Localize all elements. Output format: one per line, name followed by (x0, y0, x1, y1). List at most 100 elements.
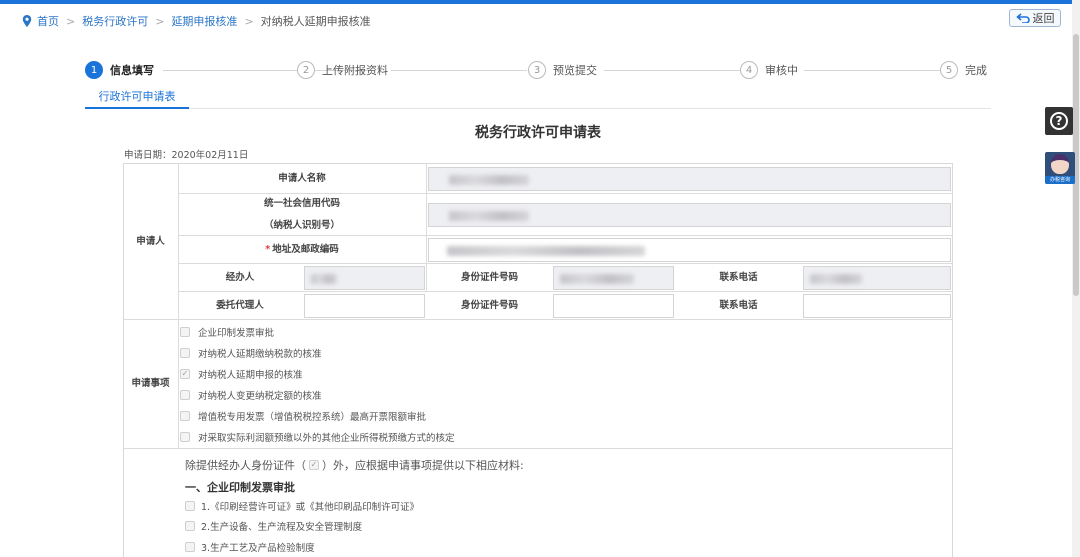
matter-item[interactable]: 增值税专用发票（增值税税控系统）最高开票限额审批 (180, 409, 426, 423)
matter-item[interactable]: 对纳税人延期缴纳税款的核准 (180, 346, 322, 360)
redacted-value (449, 211, 529, 221)
matter-label: 对纳税人延期申报的核准 (198, 370, 303, 381)
table-divider (123, 319, 953, 320)
help-button[interactable]: ? (1045, 107, 1073, 135)
table-divider (178, 263, 953, 264)
handler-label: 经办人 (225, 272, 255, 283)
checkbox[interactable] (185, 521, 195, 531)
breadcrumb-level2[interactable]: 延期申报核准 (171, 13, 237, 29)
step-number: 2 (297, 61, 315, 79)
checkbox[interactable] (185, 501, 195, 511)
form-title: 税务行政许可申请表 (475, 125, 601, 141)
step-connector (804, 70, 940, 71)
question-icon: ? (1050, 112, 1068, 130)
materials-intro-before: 除提供经办人身份证件（ (185, 459, 306, 472)
service-agent-button[interactable]: 办税咨询 (1045, 152, 1075, 184)
credit-code-label-line2: （纳税人识别号） (263, 219, 340, 231)
matter-item[interactable]: ✓ 对纳税人延期申报的核准 (180, 367, 303, 381)
step-upload: 2 上传附报资料 (297, 61, 388, 79)
checkbox[interactable] (180, 411, 190, 421)
step-review: 4 审核中 (740, 61, 798, 79)
matter-item[interactable]: 对纳税人变更纳税定额的核准 (180, 388, 322, 402)
applicant-name-field[interactable] (428, 167, 951, 191)
step-number: 4 (740, 61, 758, 79)
checkbox[interactable] (180, 327, 190, 337)
material-item[interactable]: 1.《印刷经营许可证》或《其他印刷品印制许可证》 (185, 499, 419, 513)
matter-label: 增值税专用发票（增值税税控系统）最高开票限额审批 (198, 412, 427, 423)
redacted-value (810, 274, 862, 284)
tab-divider (85, 108, 991, 109)
breadcrumb-separator: > (155, 14, 165, 28)
matter-label: 对纳税人变更纳税定额的核准 (198, 391, 322, 402)
location-pin-icon (22, 15, 32, 27)
checkbox[interactable] (180, 348, 190, 358)
step-done: 5 完成 (940, 61, 987, 79)
agent-label: 委托代理人 (216, 300, 264, 311)
redacted-value (447, 246, 645, 256)
agent-id-field[interactable] (553, 294, 674, 318)
address-label: * 地址及邮政编码 (178, 237, 426, 263)
credit-code-field[interactable] (428, 203, 951, 227)
table-divider (178, 291, 953, 292)
handler-field[interactable] (304, 266, 425, 290)
matter-label: 对纳税人延期缴纳税款的核准 (198, 349, 322, 360)
redacted-value (560, 274, 634, 284)
checkbox[interactable] (180, 390, 190, 400)
agent-phone-field[interactable] (803, 294, 951, 318)
breadcrumb: 首页 > 税务行政许可 > 延期申报核准 > 对纳税人延期申报核准 (22, 13, 371, 29)
handler-phone-label: 联系电话 (719, 272, 758, 283)
breadcrumb-separator: > (66, 14, 76, 28)
step-number: 1 (85, 61, 103, 79)
agent-avatar-icon (1051, 154, 1069, 174)
checkbox[interactable] (180, 432, 190, 442)
checkbox-checked[interactable]: ✓ (180, 369, 190, 379)
matters-section-label: 申请事项 (131, 378, 170, 389)
handler-phone-field[interactable] (803, 266, 951, 290)
address-field[interactable] (428, 238, 951, 262)
applicant-section-label: 申请人 (136, 235, 165, 247)
step-number: 3 (528, 61, 546, 79)
step-label: 完成 (965, 64, 987, 77)
progress-steps: 1 信息填写 2 上传附报资料 3 预览提交 4 审核中 5 完成 (85, 61, 991, 81)
step-connector (391, 70, 527, 71)
handler-id-field[interactable] (553, 266, 674, 290)
back-button[interactable]: 返回 (1009, 9, 1061, 27)
matter-label: 对采取实际利润额预缴以外的其他企业所得税预缴方式的核定 (198, 433, 455, 444)
agent-phone-label: 联系电话 (719, 300, 758, 311)
step-label: 预览提交 (553, 64, 597, 77)
step-fill-info: 1 信息填写 (85, 61, 154, 79)
step-label: 信息填写 (110, 64, 154, 77)
apply-date: 申请日期：2020年02月11日 (124, 150, 249, 161)
material-item[interactable]: 2.生产设备、生产流程及安全管理制度 (185, 519, 362, 533)
material-item[interactable]: 3.生产工艺及产品检验制度 (185, 540, 315, 554)
checkbox[interactable] (185, 542, 195, 552)
breadcrumb-home[interactable]: 首页 (37, 13, 59, 29)
address-label-text: 地址及邮政编码 (272, 244, 339, 255)
checkbox-checked: ✓ (309, 460, 319, 470)
step-number: 5 (940, 61, 958, 79)
matter-item[interactable]: 企业印制发票审批 (180, 325, 274, 339)
step-connector (604, 70, 745, 71)
table-divider (178, 319, 179, 449)
materials-intro: 除提供经办人身份证件（ ✓ ）外，应根据申请事项提供以下相应材料: (185, 457, 524, 473)
step-label: 上传附报资料 (322, 64, 388, 77)
redacted-value (449, 175, 529, 185)
applicant-name-label: 申请人名称 (278, 173, 326, 184)
return-arrow-icon (1015, 13, 1030, 23)
material-label: 3.生产工艺及产品检验制度 (201, 543, 315, 554)
matter-item[interactable]: 对采取实际利润额预缴以外的其他企业所得税预缴方式的核定 (180, 430, 455, 444)
step-preview: 3 预览提交 (528, 61, 597, 79)
breadcrumb-separator: > (244, 14, 254, 28)
table-divider (123, 448, 953, 449)
breadcrumb-level1[interactable]: 税务行政许可 (82, 13, 148, 29)
handler-id-label: 身份证件号码 (460, 272, 518, 283)
credit-code-label-line1: 统一社会信用代码 (263, 197, 340, 209)
tab-application-form[interactable]: 行政许可申请表 (85, 88, 189, 109)
credit-code-label: 统一社会信用代码 （纳税人识别号） (178, 194, 426, 235)
materials-section-title: 一、企业印制发票审批 (185, 481, 295, 494)
agent-id-label: 身份证件号码 (460, 300, 518, 311)
redacted-value (311, 274, 337, 284)
required-mark: * (265, 244, 271, 255)
material-label: 2.生产设备、生产流程及安全管理制度 (201, 522, 363, 533)
agent-field[interactable] (304, 294, 425, 318)
